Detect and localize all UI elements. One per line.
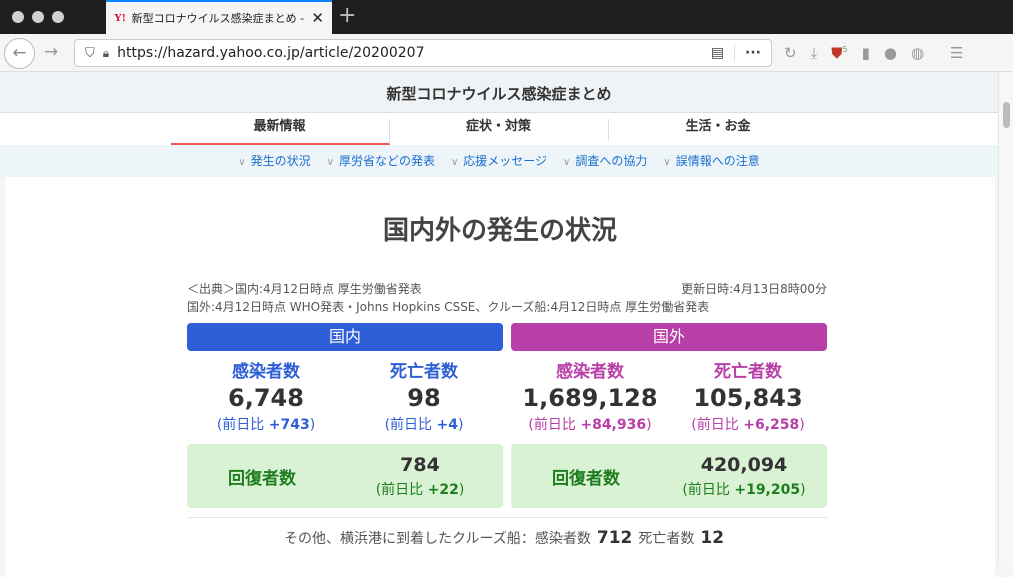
cruise-deaths-label: 死亡者数 [638,531,695,547]
browser-tab[interactable]: Y! 新型コロナウイルス感染症まとめ - Y ✕ [106,0,332,34]
subnav-label: 応援メッセージ [463,154,548,168]
recovered-diff: (前日比 +22) [375,481,465,498]
stat-diff: (前日比 +84,936) [528,417,652,433]
subnav-item[interactable]: ∨ 誤情報への注意 [663,145,759,177]
overseas-header: 国外 [511,323,827,351]
stat-diff: (前日比 +4) [384,417,464,433]
minimize-window-button[interactable] [32,11,44,23]
download-icon[interactable]: ⤓ [811,44,818,62]
stat-label: 感染者数 [232,362,300,382]
url-text[interactable]: https://hazard.yahoo.co.jp/article/20200… [117,45,701,61]
shield-icon[interactable]: ⛉ [85,46,95,61]
chevron-down-icon: ∨ [663,157,671,168]
window-controls[interactable] [12,11,64,23]
domestic-panel: 国内 感染者数 6,748 (前日比 +743) 死亡者数 98 (前日比 +4… [187,323,503,508]
reader-view-icon[interactable]: ▤ [701,45,735,61]
subnav-label: 厚労省などの発表 [338,154,435,168]
main-nav: 最新情報 症状・対策 生活・お金 [0,113,998,145]
page-actions-icon[interactable]: ··· [735,45,771,61]
stat-value: 105,843 [693,384,803,412]
recovered-label: 回復者数 [552,468,620,489]
recovered-label: 回復者数 [228,468,296,489]
stat-value: 6,748 [228,384,304,412]
overseas-deaths: 死亡者数 105,843 (前日比 +6,258) [669,357,827,434]
cruise-ship-info: その他、横浜港に到着したクルーズ船：感染者数 712 死亡者数 12 [187,517,827,548]
recovered-value: 420,094 [700,453,788,476]
forward-button[interactable]: → [44,42,58,62]
reload-icon[interactable]: ↻ [784,44,797,62]
status-card: 国内外の発生の状況 ＜出典＞国内:4月12日時点 厚生労働省発表 国外:4月12… [5,177,995,577]
stat-value: 98 [407,384,441,412]
subnav-label: 誤情報への注意 [675,154,760,168]
domestic-header: 国内 [187,323,503,351]
cruise-infected: 712 [596,528,633,548]
lock-icon[interactable]: 🔒︎ [103,46,109,61]
extension-icon[interactable]: ▮ [862,44,870,62]
subnav-label: 発生の状況 [250,154,311,168]
stat-label: 死亡者数 [390,362,458,382]
yahoo-favicon-icon: Y! [114,12,126,24]
tab-life-money[interactable]: 生活・お金 [609,119,828,141]
maximize-window-button[interactable] [52,11,64,23]
site-header: 新型コロナウイルス感染症まとめ [0,72,998,113]
subnav-label: 調査への協力 [575,154,648,168]
cruise-deaths: 12 [700,528,725,548]
domestic-deaths: 死亡者数 98 (前日比 +4) [345,357,503,434]
close-window-button[interactable] [12,11,24,23]
tab-title: 新型コロナウイルス感染症まとめ - Y [131,12,306,25]
stat-diff: (前日比 +6,258) [691,417,805,433]
back-button[interactable]: ← [4,38,35,69]
source-info: ＜出典＞国内:4月12日時点 厚生労働省発表 国外:4月12日時点 WHO発表・… [187,280,827,316]
ublock-badge: 5 [842,45,848,54]
overseas-infected: 感染者数 1,689,128 (前日比 +84,936) [511,357,669,434]
chevron-down-icon: ∨ [563,157,571,168]
chevron-down-icon: ∨ [450,157,459,168]
page-title: 国内外の発生の状況 [382,216,617,246]
stat-value: 1,689,128 [522,384,658,412]
source-line: 国外:4月12日時点 WHO発表・Johns Hopkins CSSE、クルーズ… [187,300,710,314]
stat-diff: (前日比 +743) [216,417,316,433]
subnav-item[interactable]: ∨ 調査への協力 [563,145,647,177]
close-tab-icon[interactable]: ✕ [311,9,324,27]
updated-time: 更新日時:4月13日8時00分 [681,282,827,296]
extension-film-icon[interactable]: ◍ [911,44,924,62]
scrollbar-thumb[interactable] [1002,102,1010,128]
tab-bar: Y! 新型コロナウイルス感染症まとめ - Y ✕ + [0,0,1013,34]
tab-latest[interactable]: 最新情報 [170,119,390,145]
chevron-down-icon: ∨ [326,157,334,168]
overseas-recovered: 回復者数 420,094 (前日比 +19,205) [511,444,827,508]
recovered-value: 784 [400,453,440,476]
sub-nav: ∨ 発生の状況 ∨ 厚労省などの発表 ∨ 応援メッセージ ∨ 調査への協力 ∨ 誤情報への… [0,145,998,177]
tab-symptoms[interactable]: 症状・対策 [390,119,609,141]
stat-label: 死亡者数 [714,362,782,382]
domestic-recovered: 回復者数 784 (前日比 +22) [187,444,503,508]
menu-icon[interactable]: ☰ [950,44,963,62]
subnav-item[interactable]: ∨ 発生の状況 [238,145,310,177]
address-bar[interactable]: ⛉ 🔒︎ https://hazard.yahoo.co.jp/article/… [74,39,772,67]
scrollbar[interactable] [998,72,1013,566]
subnav-item[interactable]: ∨ 厚労省などの発表 [327,145,435,177]
nav-toolbar: ← → ⛉ 🔒︎ https://hazard.yahoo.co.jp/arti… [0,34,1013,72]
overseas-panel: 国外 感染者数 1,689,128 (前日比 +84,936) 死亡者数 105… [511,323,827,508]
ublock-icon[interactable]: ⛊5 [831,44,847,62]
page-content: 新型コロナウイルス感染症まとめ 最新情報 症状・対策 生活・お金 ∨ 発生の状況 … [0,72,998,577]
domestic-infected: 感染者数 6,748 (前日比 +743) [187,357,345,434]
chevron-down-icon: ∨ [238,157,246,168]
new-tab-button[interactable]: + [338,3,356,28]
extension-balls-icon[interactable]: ● [884,44,897,62]
recovered-diff: (前日比 +19,205) [682,481,806,498]
subnav-item[interactable]: ∨ 応援メッセージ [451,145,547,177]
cruise-text: その他、横浜港に到着したクルーズ船：感染者数 [283,531,591,547]
stat-label: 感染者数 [556,362,624,382]
